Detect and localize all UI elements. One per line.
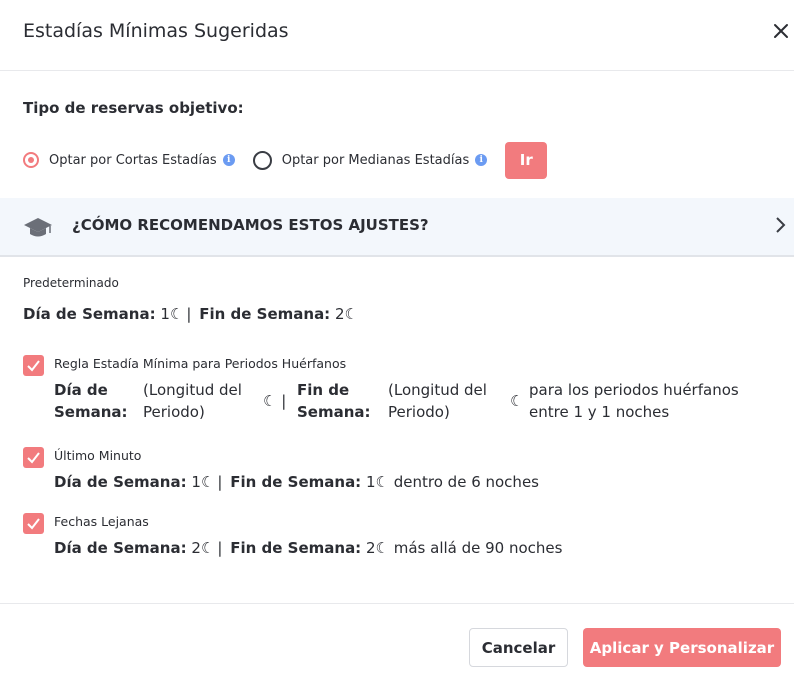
info-icon[interactable]: i [475,154,488,166]
last-minute-values: Día de Semana: 1☾ | Fin de Semana: 1☾ den… [54,473,539,491]
radio-short-stays[interactable] [23,152,39,168]
graduation-cap-icon [23,215,53,243]
far-dates-weekday-label: Día de Semana: [54,539,187,557]
far-dates-weekend-label: Fin de Semana: [230,539,362,557]
target-type-label: Tipo de reservas objetivo: [23,99,244,117]
far-dates-values: Día de Semana: 2☾ | Fin de Semana: 2☾ más… [54,539,563,557]
moon-icon: ☾ [263,392,277,410]
orphan-weekend-value: (Longitud del Periodo) [388,381,487,421]
default-weekday-value: 1 [160,305,170,323]
chevron-right-icon [774,216,786,238]
last-minute-label[interactable]: Último Minuto [54,448,141,463]
close-icon[interactable] [770,20,792,42]
cancel-button[interactable]: Cancelar [469,628,568,667]
default-values: Día de Semana: 1☾ | Fin de Semana: 2☾ [23,305,358,323]
last-minute-weekend-value: 1 [365,473,376,491]
orphan-weekday-label: Día de Semana: [54,381,128,421]
moon-icon: ☾ [200,539,215,557]
radio-medium-stays-label[interactable]: Optar por Medianas Estadías [282,153,470,168]
dialog-header: Estadías Mínimas Sugeridas [0,0,794,71]
orphan-suffix: para los periodos huérfanos entre 1 y 1 … [529,381,739,421]
orphan-rule-label[interactable]: Regla Estadía Mínima para Periodos Huérf… [54,356,346,371]
default-weekend-value: 2 [334,305,345,323]
orphan-weekend-label: Fin de Semana: [297,381,371,421]
accordion-title: ¿CÓMO RECOMENDAMOS ESTOS AJUSTES? [72,216,429,234]
moon-icon: ☾ [375,473,389,491]
orphan-weekday-value: (Longitud del Periodo) [143,381,242,421]
dialog-title: Estadías Mínimas Sugeridas [23,20,289,42]
last-minute-weekday-value: 1 [191,473,201,491]
apply-customize-button[interactable]: Aplicar y Personalizar [583,628,781,667]
far-dates-label[interactable]: Fechas Lejanas [54,514,149,529]
orphan-weekday-unit: ☾ | [263,392,287,410]
far-dates-weekday-value: 2 [191,539,201,557]
moon-icon: ☾ [375,539,389,557]
radio-medium-stays[interactable] [252,150,272,170]
last-minute-checkbox[interactable] [23,447,44,468]
last-minute-weekend-label: Fin de Semana: [230,473,362,491]
last-minute-weekday-label: Día de Semana: [54,473,187,491]
moon-icon: ☾ [344,305,358,323]
default-label: Predeterminado [23,276,119,290]
how-we-recommend-accordion[interactable]: ¿CÓMO RECOMENDAMOS ESTOS AJUSTES? [0,198,794,257]
orphan-rule-checkbox[interactable] [23,355,44,376]
moon-icon: ☾ [169,305,184,323]
moon-icon: ☾ [200,473,215,491]
default-weekend-label: Fin de Semana: [199,305,331,323]
far-dates-suffix: más allá de 90 noches [393,539,563,557]
far-dates-weekend-value: 2 [365,539,376,557]
radio-short-stays-label[interactable]: Optar por Cortas Estadías [49,153,217,168]
moon-icon: ☾ [510,392,524,410]
far-dates-checkbox[interactable] [23,513,44,534]
default-weekday-label: Día de Semana: [23,305,156,323]
dialog-footer-divider [0,603,794,604]
last-minute-suffix: dentro de 6 noches [393,473,539,491]
go-button[interactable]: Ir [505,141,548,179]
info-icon[interactable]: i [222,154,235,166]
target-type-options: Optar por Cortas Estadías i Optar por Me… [23,141,548,179]
